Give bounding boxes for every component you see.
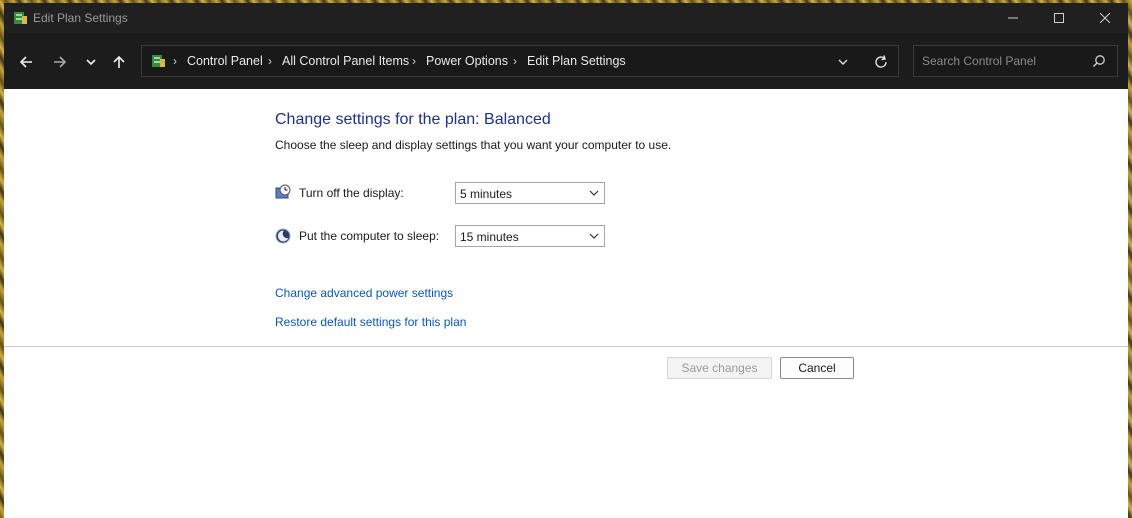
save-changes-button[interactable]: Save changes: [667, 357, 772, 379]
cancel-button[interactable]: Cancel: [780, 357, 854, 379]
sleep-timeout-value: 15 minutes: [460, 230, 519, 244]
breadcrumb-control-panel[interactable]: Control Panel: [187, 54, 263, 68]
breadcrumb-separator-icon: ›: [268, 54, 272, 68]
arrow-left-icon: [19, 56, 32, 68]
display-timeout-label: Turn off the display:: [299, 186, 404, 200]
breadcrumb-edit-plan-settings[interactable]: Edit Plan Settings: [527, 54, 626, 68]
breadcrumb-separator-icon: ›: [412, 54, 416, 68]
arrow-right-icon: [54, 56, 67, 68]
back-button[interactable]: [12, 49, 40, 75]
main-content: Change settings for the plan: Balanced C…: [4, 89, 1128, 518]
breadcrumb-separator-icon: ›: [513, 54, 517, 68]
control-panel-icon: [152, 55, 165, 67]
breadcrumb-power-options[interactable]: Power Options: [426, 54, 508, 68]
close-icon: [1100, 13, 1110, 23]
title-bar: Edit Plan Settings: [4, 3, 1128, 33]
minimize-button[interactable]: [990, 3, 1036, 33]
chevron-down-icon: [589, 233, 599, 239]
breadcrumb-all-items[interactable]: All Control Panel Items: [282, 54, 409, 68]
display-timeout-dropdown[interactable]: 5 minutes: [455, 182, 605, 204]
edit-plan-settings-window: Edit Plan Settings › Control Panel › All…: [4, 3, 1128, 518]
close-button[interactable]: [1082, 3, 1128, 33]
forward-button[interactable]: [46, 49, 74, 75]
breadcrumb-separator-icon: ›: [173, 54, 177, 68]
page-description: Choose the sleep and display settings th…: [275, 138, 672, 152]
sleep-timeout-label: Put the computer to sleep:: [299, 229, 440, 243]
navigation-bar: › Control Panel › All Control Panel Item…: [4, 33, 1128, 89]
sleep-timeout-dropdown[interactable]: 15 minutes: [455, 225, 605, 247]
arrow-up-icon: [113, 55, 125, 68]
display-timer-icon: [275, 184, 291, 199]
display-timeout-value: 5 minutes: [460, 187, 513, 201]
minimize-icon: [1008, 17, 1018, 19]
search-icon[interactable]: [1092, 54, 1106, 68]
chevron-down-icon: [589, 190, 599, 196]
page-title: Change settings for the plan: Balanced: [275, 111, 551, 128]
address-bar[interactable]: › Control Panel › All Control Panel Item…: [141, 45, 899, 77]
chevron-down-icon: [86, 59, 96, 66]
sleep-moon-icon: [275, 228, 291, 244]
up-button[interactable]: [105, 49, 133, 75]
refresh-icon[interactable]: [873, 54, 889, 70]
advanced-power-settings-link[interactable]: Change advanced power settings: [275, 286, 453, 300]
restore-defaults-link[interactable]: Restore default settings for this plan: [275, 315, 466, 329]
recent-locations-button[interactable]: [77, 49, 105, 75]
control-panel-icon: [14, 12, 27, 24]
maximize-button[interactable]: [1036, 3, 1082, 33]
content-divider: [4, 346, 1128, 347]
maximize-icon: [1054, 13, 1064, 23]
search-box[interactable]: Search Control Panel: [913, 45, 1118, 77]
window-title: Edit Plan Settings: [33, 11, 128, 25]
search-placeholder: Search Control Panel: [922, 54, 1037, 68]
address-dropdown-icon[interactable]: [836, 55, 850, 69]
